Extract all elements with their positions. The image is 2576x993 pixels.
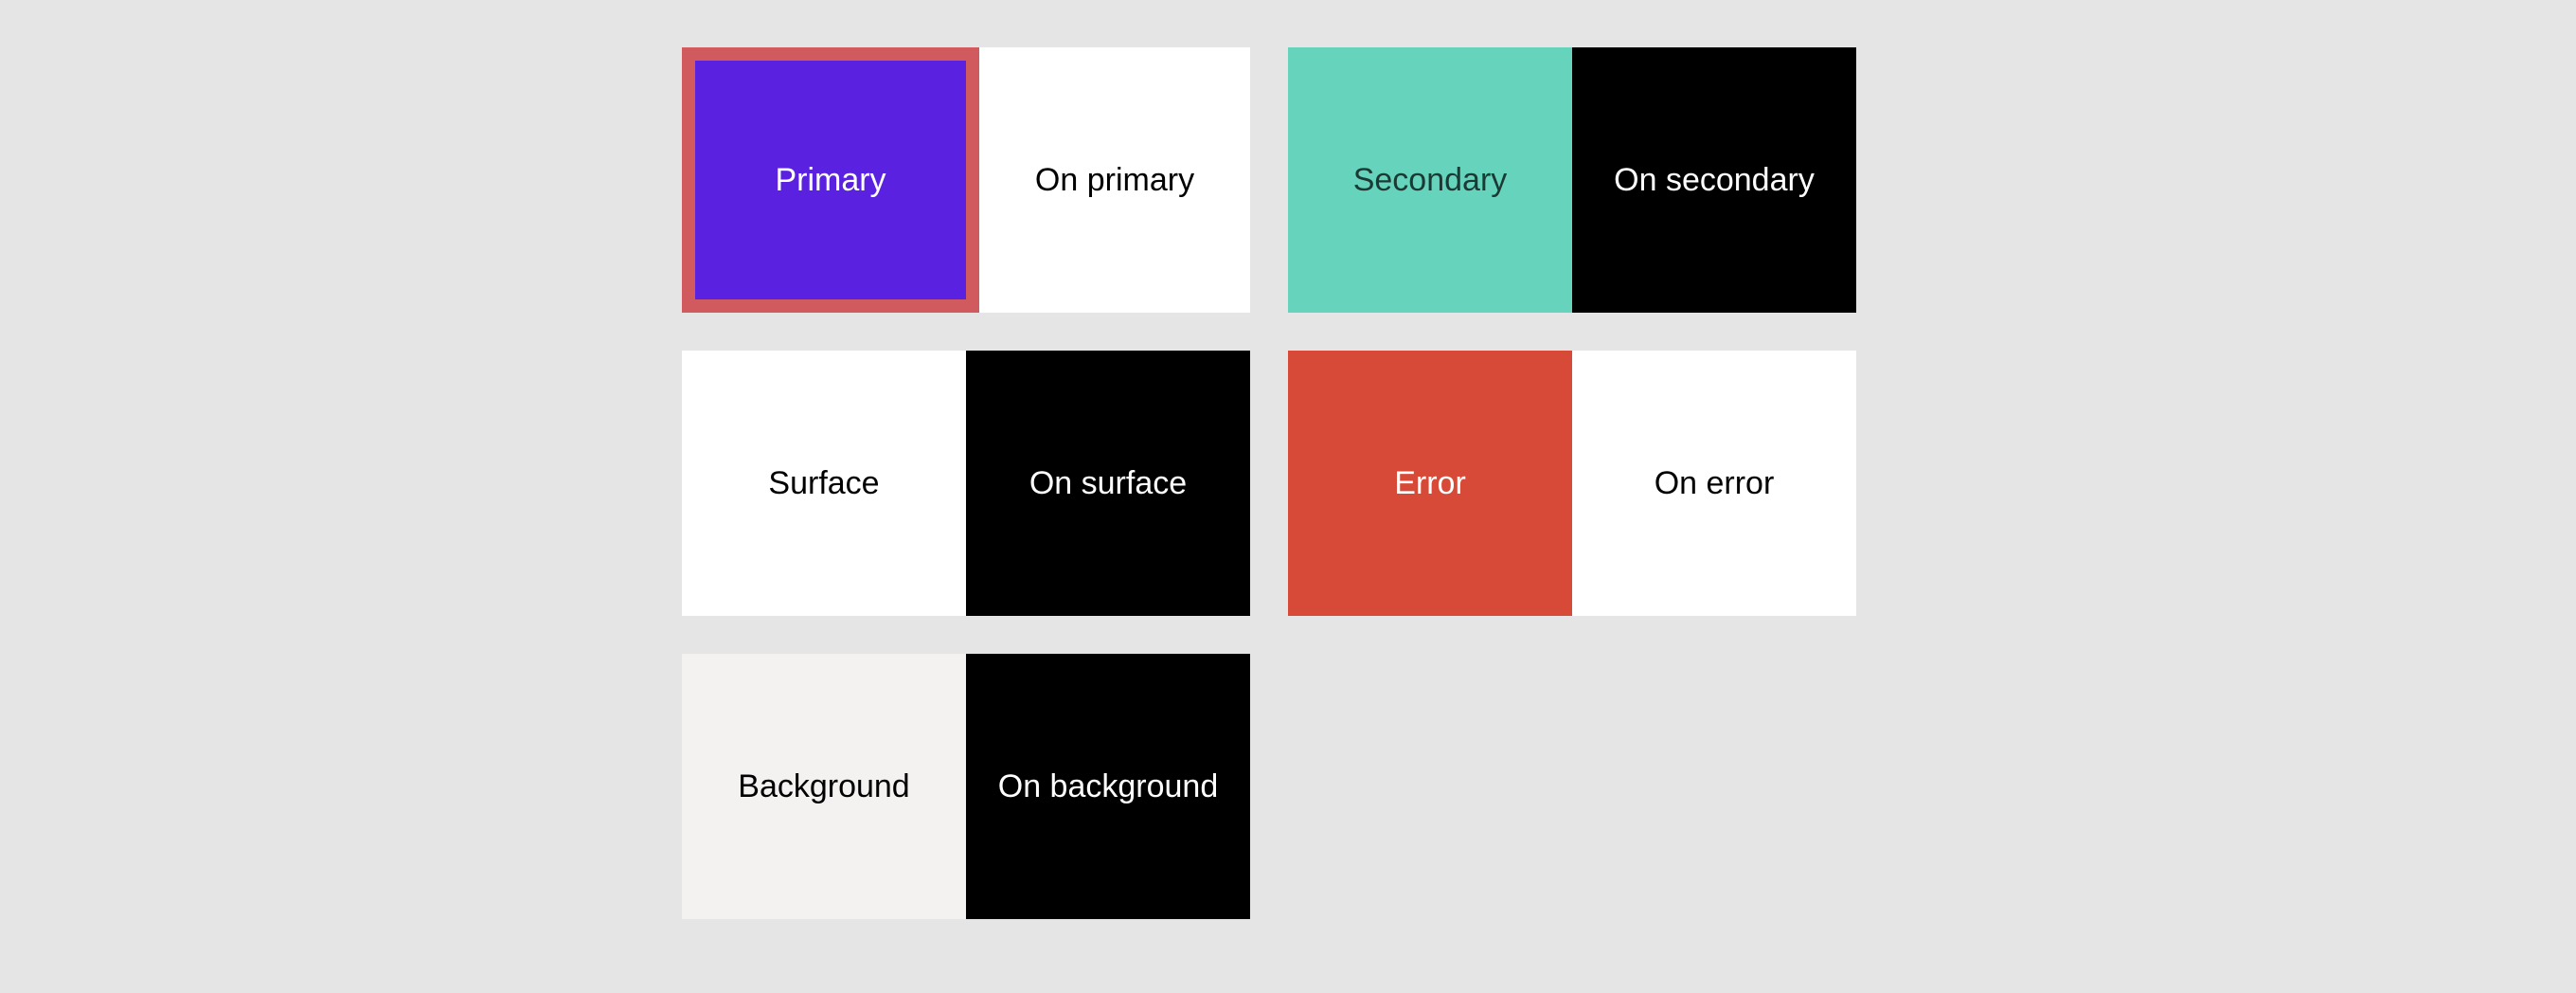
swatch-pair-primary: Primary On primary <box>682 47 1250 313</box>
swatch-label: Surface <box>768 465 879 502</box>
swatch-background[interactable]: Background <box>682 654 966 919</box>
swatch-on-background[interactable]: On background <box>966 654 1250 919</box>
color-palette-grid: Primary On primary Secondary On secondar… <box>682 47 1894 919</box>
swatch-primary[interactable]: Primary <box>682 47 979 313</box>
swatch-label: Error <box>1394 465 1466 502</box>
swatch-label: Primary <box>775 162 886 199</box>
swatch-label: On background <box>998 768 1219 805</box>
swatch-error[interactable]: Error <box>1288 351 1572 616</box>
swatch-on-surface[interactable]: On surface <box>966 351 1250 616</box>
swatch-on-primary[interactable]: On primary <box>979 47 1250 313</box>
swatch-label: On error <box>1655 465 1775 502</box>
swatch-label: On primary <box>1035 162 1194 199</box>
swatch-on-error[interactable]: On error <box>1572 351 1856 616</box>
swatch-label: Background <box>738 768 909 805</box>
swatch-pair-surface: Surface On surface <box>682 351 1250 616</box>
swatch-pair-background: Background On background <box>682 654 1250 919</box>
swatch-pair-secondary: Secondary On secondary <box>1288 47 1856 313</box>
swatch-surface[interactable]: Surface <box>682 351 966 616</box>
swatch-label: On secondary <box>1614 162 1815 199</box>
swatch-pair-error: Error On error <box>1288 351 1856 616</box>
swatch-on-secondary[interactable]: On secondary <box>1572 47 1856 313</box>
swatch-label: Secondary <box>1353 162 1508 199</box>
swatch-label: On surface <box>1029 465 1187 502</box>
swatch-secondary[interactable]: Secondary <box>1288 47 1572 313</box>
